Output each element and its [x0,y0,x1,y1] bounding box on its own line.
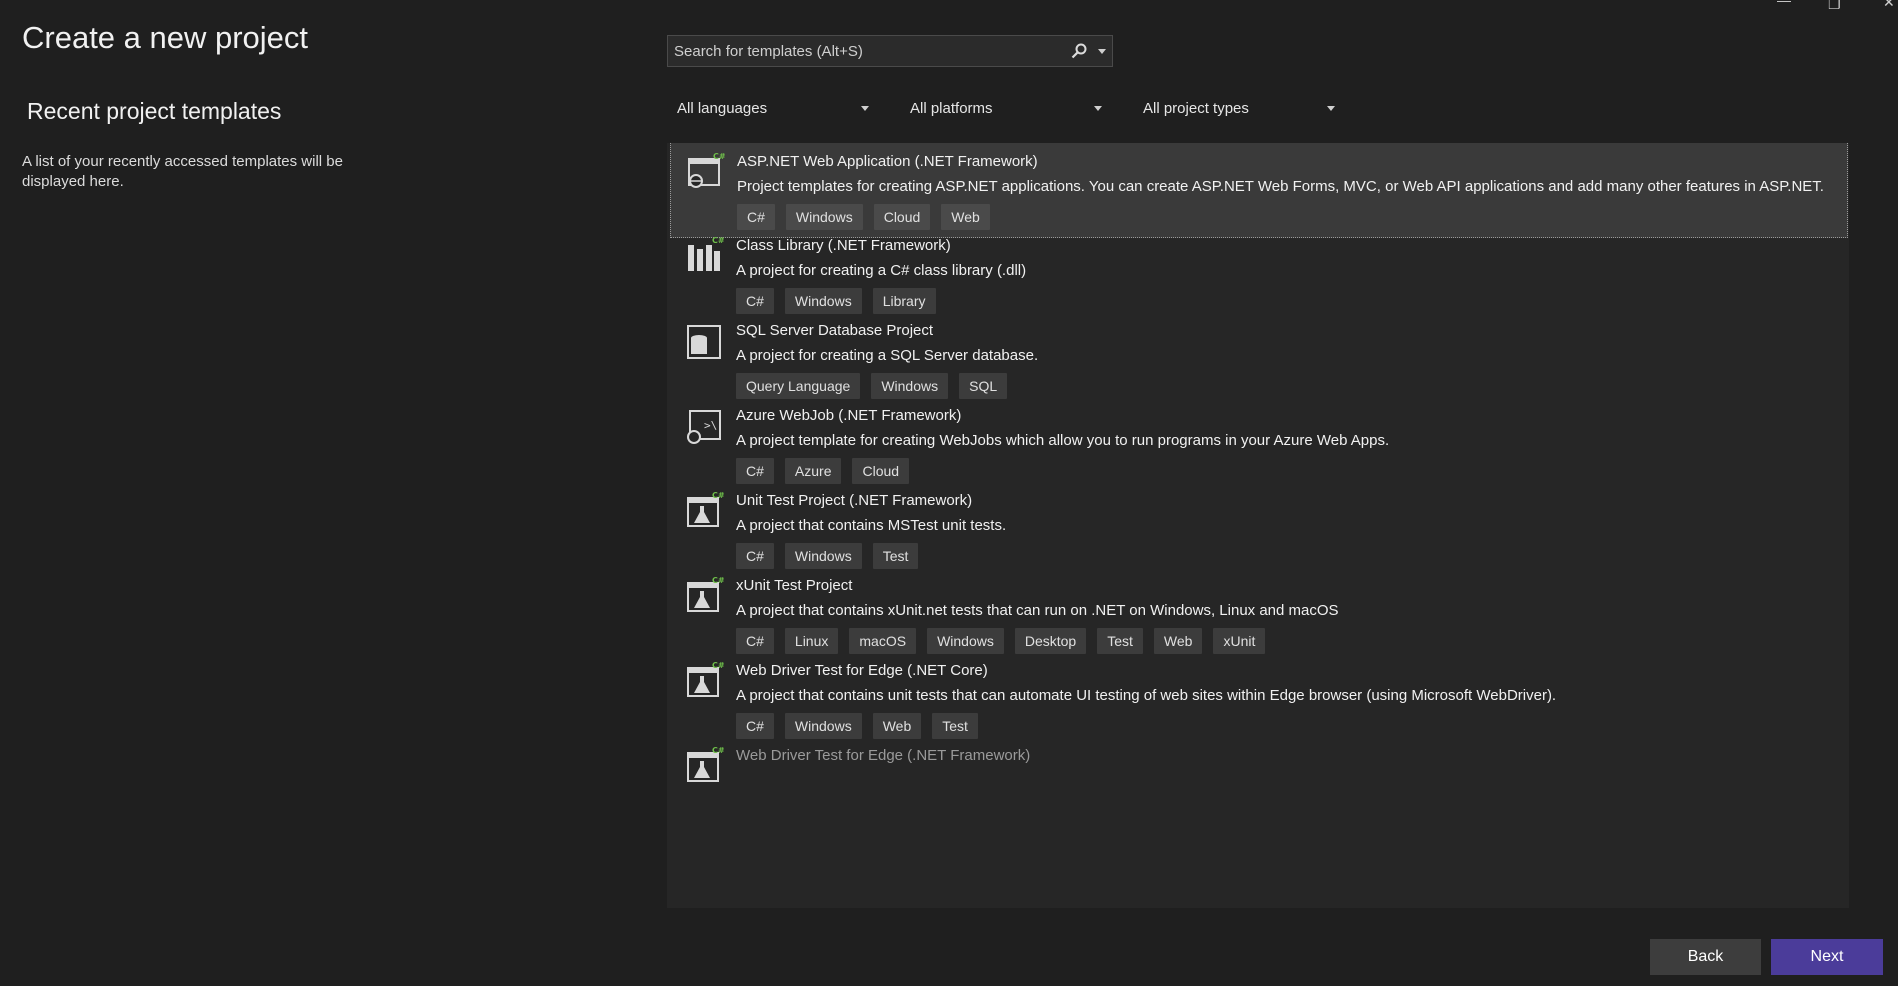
template-search-box[interactable]: Search for templates (Alt+S) [667,35,1113,67]
azure-webjob-icon: >\ [687,410,721,444]
template-name: Azure WebJob (.NET Framework) [736,407,962,424]
template-description: A project for creating a C# class librar… [736,262,1027,279]
flask-test-icon: C# [687,661,724,697]
search-options-dropdown-icon[interactable] [1098,49,1106,54]
project-type-filter-label: All project types [1143,100,1249,117]
template-description: A project template for creating WebJobs … [736,432,1390,449]
language-filter[interactable]: All languages [667,94,877,124]
template-name: Web Driver Test for Edge (.NET Framework… [736,747,1031,764]
next-button[interactable]: Next [1771,939,1883,975]
template-name: SQL Server Database Project [736,322,934,339]
search-input[interactable]: Search for templates (Alt+S) [674,43,863,60]
svg-text:C#: C# [712,236,724,245]
template-description: Project templates for creating ASP.NET a… [737,178,1824,195]
svg-text:C#: C# [712,661,724,670]
svg-text:C#: C# [712,576,724,585]
template-description: A project that contains MSTest unit test… [736,517,1007,534]
template-name: Unit Test Project (.NET Framework) [736,492,973,509]
chevron-down-icon [1094,106,1102,111]
chevron-down-icon [861,106,869,111]
search-icon[interactable] [1070,42,1088,60]
svg-text:C#: C# [713,152,725,161]
template-description: A project for creating a SQL Server data… [736,347,1039,364]
recent-templates-description: A list of your recently accessed templat… [22,153,343,190]
template-list[interactable]: C# ASP.NET Web Application (.NET Framewor… [667,143,1849,908]
project-type-filter[interactable]: All project types [1133,94,1343,124]
template-name: ASP.NET Web Application (.NET Framework) [737,153,1038,170]
svg-text:>\: >\ [704,419,717,432]
minimize-icon[interactable]: — [1777,0,1791,8]
svg-text:C#: C# [712,746,724,755]
back-button[interactable]: Back [1650,939,1761,975]
close-icon[interactable]: ✕ [1883,0,1895,11]
flask-test-icon: C# [687,746,724,782]
svg-text:C#: C# [712,491,724,500]
flask-test-icon: C# [687,576,724,612]
flask-test-icon: C# [687,491,724,527]
language-filter-label: All languages [677,100,768,117]
platform-filter[interactable]: All platforms [900,94,1110,124]
template-name: xUnit Test Project [736,577,853,594]
template-name: Web Driver Test for Edge (.NET Core) [736,662,988,679]
template-item[interactable]: C# Web Driver Test for Edge (.NET Framewo… [670,734,1848,833]
template-description: A project that contains unit tests that … [736,687,1557,704]
restore-icon[interactable]: ❐ [1828,0,1841,13]
aspnet-web-icon: C# [688,152,725,188]
class-library-icon: C# [688,236,724,271]
database-icon [687,325,721,359]
template-description: A project that contains xUnit.net tests … [736,602,1339,619]
chevron-down-icon [1327,106,1335,111]
template-name: Class Library (.NET Framework) [736,237,951,254]
page-title: Create a new project [22,20,309,55]
platform-filter-label: All platforms [910,100,993,117]
recent-templates-heading: Recent project templates [27,98,282,124]
